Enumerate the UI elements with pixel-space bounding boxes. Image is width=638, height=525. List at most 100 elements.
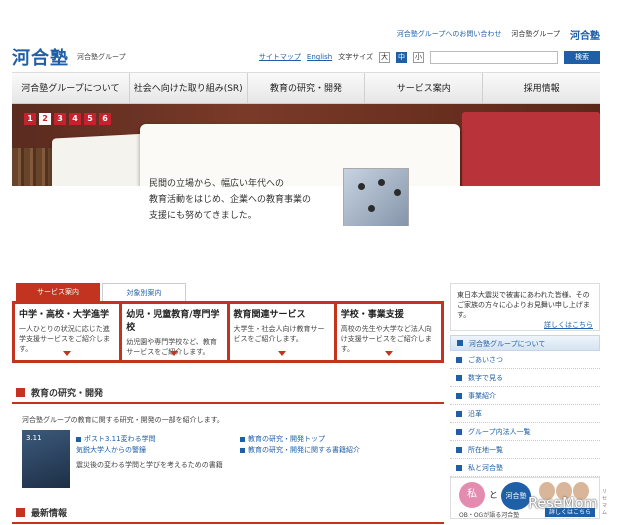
group-menu-label: 数字で見る (468, 374, 503, 382)
header: 河合塾 河合塾グループ サイトマップ English 文字サイズ 大 中 小 検… (12, 44, 600, 70)
notice-text: 東日本大震災で被害にあわれた皆様、そのご家族の方々に心よりお見舞い申し上げます。 (457, 291, 590, 319)
group-label: 河合塾グループ (511, 30, 560, 38)
research-books-link[interactable]: 教育の研究・開発に関する書籍紹介 (240, 445, 360, 456)
group-menu-label: 私と河合塾 (468, 464, 503, 472)
ob-connector: と (489, 491, 499, 501)
nav-item-about[interactable]: 河合塾グループについて (12, 73, 130, 103)
watashi-badge: 私 (459, 482, 485, 508)
hero-banner: 民間の立場から、幅広い年代への 教育活動をはじめ、企業への教育事業の 支援にも努… (12, 104, 600, 226)
search-box (430, 50, 558, 64)
down-arrow-icon (170, 351, 179, 356)
service-card-title: 学校・事業支援 (340, 310, 404, 320)
arrow-bullet-icon (76, 437, 81, 442)
news-section-header: 最新情報 (12, 502, 444, 524)
research-top-link[interactable]: 教育の研究・開発トップ (240, 434, 360, 445)
nav-item-sr[interactable]: 社会へ向けた取り組み(SR) (130, 73, 248, 103)
research-link-label: 教育の研究・開発に関する書籍紹介 (248, 446, 360, 454)
research-link-label: 気鋭大学人からの警鐘 (76, 446, 146, 454)
research-link-book[interactable]: ポスト3.11変わる学問 (76, 434, 223, 445)
chevron-right-icon (456, 357, 462, 363)
arrow-bullet-icon (240, 448, 245, 453)
research-link-label: 教育の研究・開発トップ (248, 435, 325, 443)
group-menu-item[interactable]: 事業紹介 (450, 387, 600, 405)
chevron-right-icon (456, 465, 462, 471)
down-arrow-icon (277, 351, 286, 356)
page: 河合塾グループへのお問い合わせ 河合塾グループ 河合塾 河合塾 河合塾グループ … (0, 0, 638, 525)
service-card-desc: 一人ひとりの状況に応じた進学支援サービスをご紹介します。 (19, 325, 110, 353)
hero-text: 民間の立場から、幅広い年代への 教育活動をはじめ、企業への教育事業の 支援にも努… (149, 179, 312, 221)
slide-6-button[interactable]: 6 (99, 113, 111, 125)
header-tools: サイトマップ English 文字サイズ 大 中 小 検索 (259, 50, 600, 64)
group-menu-label: グループ内法人一覧 (468, 428, 531, 436)
top-utility-bar: 河合塾グループへのお問い合わせ 河合塾グループ 河合塾 (12, 24, 600, 44)
sitemap-link[interactable]: サイトマップ (259, 52, 301, 62)
service-card-title: 中学・高校・大学進学 (19, 310, 110, 320)
group-menu-item[interactable]: グループ内法人一覧 (450, 423, 600, 441)
research-section-header: 教育の研究・開発 (12, 382, 444, 404)
notice-more-link[interactable]: 詳しくはこちら (457, 320, 593, 330)
tab-services[interactable]: サービス案内 (16, 283, 100, 301)
search-button[interactable]: 検索 (564, 50, 600, 64)
book-thumbnail[interactable]: 3.11 (22, 430, 70, 488)
service-card-desc: 大学生・社会人向け教育サービスをご紹介します。 (233, 325, 325, 343)
chevron-right-icon (456, 393, 462, 399)
chevron-right-icon (456, 447, 462, 453)
slider-pagination: 1 2 3 4 5 6 (24, 113, 111, 125)
logo-subtitle: 河合塾グループ (77, 53, 126, 61)
slide-3-button[interactable]: 3 (54, 113, 66, 125)
group-menu-item[interactable]: ごあいさつ (450, 351, 600, 369)
font-size-medium-button[interactable]: 中 (396, 51, 407, 63)
site-logo[interactable]: 河合塾 (12, 44, 69, 70)
group-menu: ごあいさつ 数字で見る 事業紹介 沿革 グループ内法人一覧 所在地一覧 私と河合… (450, 351, 600, 477)
service-card[interactable]: 教育関連サービス 大学生・社会人向け教育サービスをご紹介します。 (229, 304, 334, 360)
nav-item-services[interactable]: サービス案内 (365, 73, 484, 103)
service-card-title: 教育関連サービス (233, 310, 306, 320)
nav-item-research[interactable]: 教育の研究・開発 (248, 73, 366, 103)
main-nav: 河合塾グループについて 社会へ向けた取り組み(SR) 教育の研究・開発 サービス… (12, 72, 600, 104)
service-card[interactable]: 中学・高校・大学進学 一人ひとりの状況に応じた進学支援サービスをご紹介します。 (15, 304, 120, 360)
tab-audience[interactable]: 対象別案内 (102, 283, 186, 301)
service-card[interactable]: 学校・事業支援 高校の先生や大学など法人向け支援サービスをご紹介します。 (336, 304, 441, 360)
slide-4-button[interactable]: 4 (69, 113, 81, 125)
english-link[interactable]: English (307, 53, 332, 61)
down-arrow-icon (63, 351, 72, 356)
service-card-desc: 高校の先生や大学など法人向け支援サービスをご紹介します。 (340, 325, 432, 353)
chevron-right-icon (456, 411, 462, 417)
person-icon (368, 205, 375, 212)
book-icon (16, 387, 25, 397)
service-panel: 中学・高校・大学進学 一人ひとりの状況に応じた進学支援サービスをご紹介します。 … (12, 301, 444, 363)
watermark-text: ReseMom (528, 494, 598, 512)
contact-link[interactable]: 河合塾グループへのお問い合わせ (397, 29, 502, 39)
kawaijuku-badge: 河合塾 (501, 482, 531, 510)
search-input[interactable] (430, 50, 558, 64)
news-icon (16, 507, 25, 517)
research-book-desc: 震災後の変わる学問と学びを考えるための書籍 (76, 461, 223, 469)
service-card[interactable]: 幼児・児童教育/専門学校 幼児園や専門学校など、教育サービスをご紹介します。 (122, 304, 227, 360)
group-menu-label: 沿革 (468, 410, 482, 418)
earthquake-notice: 東日本大震災で被害にあわれた皆様、そのご家族の方々に心よりお見舞い申し上げます。… (450, 283, 600, 331)
arrow-bullet-icon (240, 437, 245, 442)
font-size-small-button[interactable]: 小 (413, 51, 424, 63)
watermark-sub: リセマム (602, 489, 607, 516)
resemom-watermark: ReseMom リセマム (528, 489, 607, 516)
research-links-left: ポスト3.11変わる学問 気鋭大学人からの警鐘 震災後の変わる学問と学びを考える… (76, 434, 223, 471)
slide-2-button[interactable]: 2 (39, 113, 51, 125)
news-title[interactable]: 最新情報 (31, 506, 67, 519)
group-title-label: 河合塾グループについて (469, 340, 546, 348)
research-link-warning[interactable]: 気鋭大学人からの警鐘 (76, 445, 223, 456)
book-thumbnail-title: 3.11 (26, 434, 42, 442)
slide-1-button[interactable]: 1 (24, 113, 36, 125)
group-menu-item[interactable]: 数字で見る (450, 369, 600, 387)
nav-item-recruit[interactable]: 採用情報 (483, 73, 600, 103)
research-intro: 河合塾グループの教育に関する研究・開発の一部を紹介します。 (22, 416, 224, 424)
font-size-large-button[interactable]: 大 (379, 51, 390, 63)
group-menu-item[interactable]: 私と河合塾 (450, 459, 600, 477)
small-logo[interactable]: 河合塾 (570, 27, 600, 42)
research-links-right: 教育の研究・開発トップ 教育の研究・開発に関する書籍紹介 (240, 434, 360, 456)
group-menu-item[interactable]: 沿革 (450, 405, 600, 423)
group-section-title[interactable]: 河合塾グループについて (450, 335, 600, 351)
down-arrow-icon (384, 351, 393, 356)
research-title[interactable]: 教育の研究・開発 (31, 386, 103, 399)
slide-5-button[interactable]: 5 (84, 113, 96, 125)
group-menu-item[interactable]: 所在地一覧 (450, 441, 600, 459)
